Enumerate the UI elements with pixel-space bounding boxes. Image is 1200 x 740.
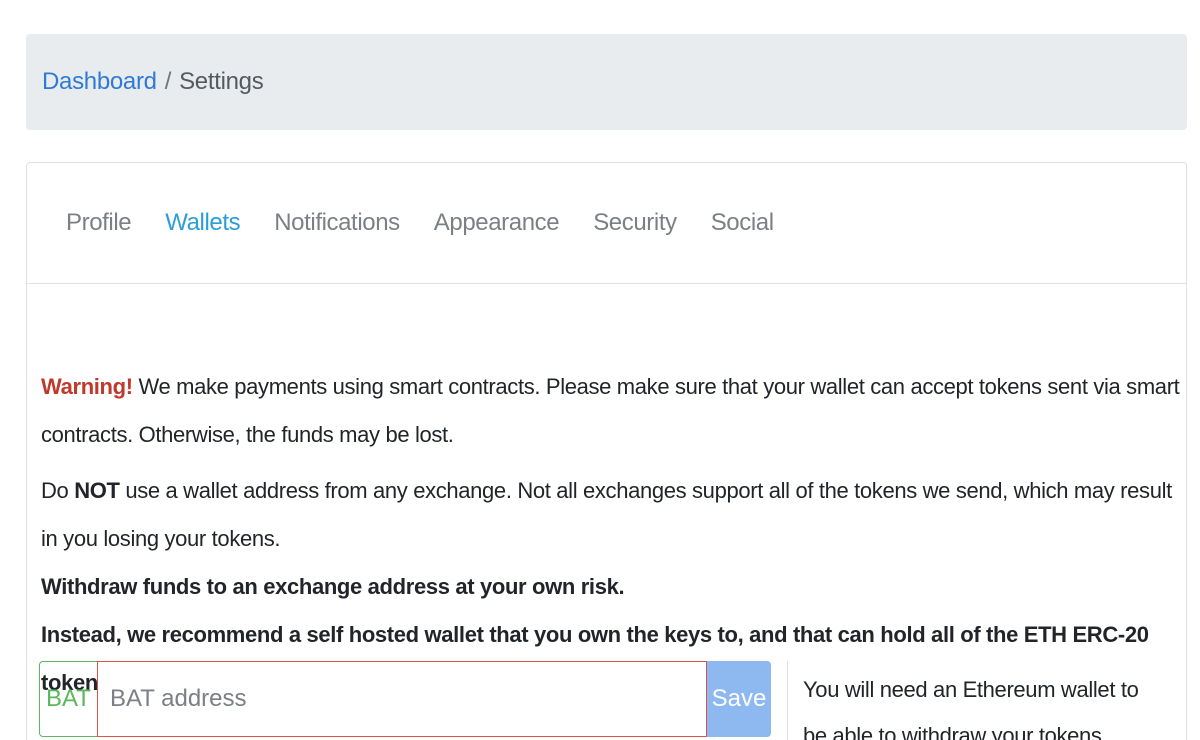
breadcrumb: Dashboard / Settings xyxy=(26,34,1187,130)
breadcrumb-separator: / xyxy=(164,68,172,95)
exchange-notice: Do NOT use a wallet address from any exc… xyxy=(41,467,1186,563)
save-button[interactable]: Save xyxy=(707,661,771,737)
token-addon: BAT xyxy=(39,661,97,737)
warning-paragraph: Warning! We make payments using smart co… xyxy=(41,363,1186,459)
settings-card: Profile Wallets Notifications Appearance… xyxy=(26,162,1187,740)
notice-rest: use a wallet address from any exchange. … xyxy=(41,478,1172,551)
breadcrumb-current: Settings xyxy=(179,68,264,95)
tab-security[interactable]: Security xyxy=(576,209,694,237)
notice-do: Do xyxy=(41,478,75,503)
tab-wallets[interactable]: Wallets xyxy=(148,209,257,237)
bat-wallet-row: BAT Save You will need an Ethereum walle… xyxy=(39,661,1199,740)
bat-address-group: BAT Save xyxy=(39,661,771,737)
tab-social[interactable]: Social xyxy=(694,209,791,237)
tab-profile[interactable]: Profile xyxy=(49,209,148,237)
tab-notifications[interactable]: Notifications xyxy=(257,209,417,237)
risk-notice: Withdraw funds to an exchange address at… xyxy=(41,574,625,599)
tab-appearance[interactable]: Appearance xyxy=(417,209,576,237)
wallets-panel: Warning! We make payments using smart co… xyxy=(41,363,1186,707)
warning-label: Warning! xyxy=(41,374,133,399)
column-divider xyxy=(787,661,788,740)
breadcrumb-dashboard-link[interactable]: Dashboard xyxy=(42,68,157,96)
bat-address-input[interactable] xyxy=(97,661,707,737)
settings-tabs: Profile Wallets Notifications Appearance… xyxy=(27,163,1186,284)
notice-not: NOT xyxy=(74,478,120,503)
wallet-hint: You will need an Ethereum wallet to be a… xyxy=(803,677,1139,740)
warning-text: We make payments using smart contracts. … xyxy=(41,374,1180,447)
